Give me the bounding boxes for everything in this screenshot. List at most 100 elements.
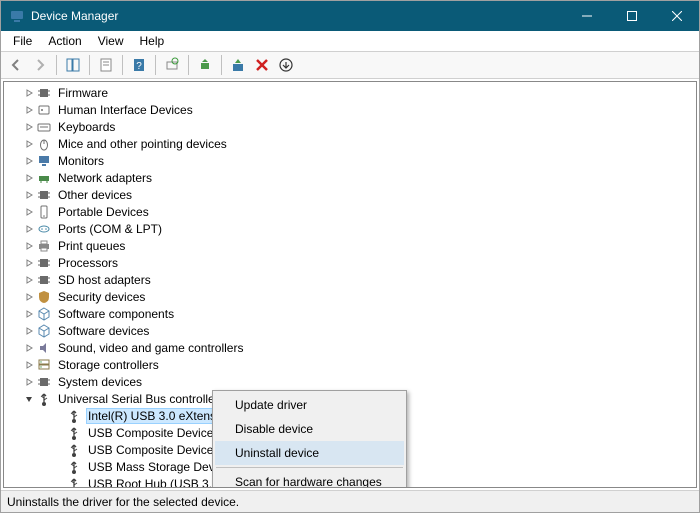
expand-arrow-icon[interactable]	[52, 477, 66, 489]
net-icon	[36, 170, 52, 186]
tree-item-cat-12[interactable]: Security devices	[4, 288, 696, 305]
menu-view[interactable]: View	[90, 32, 132, 50]
tree-item-cat-0[interactable]: Firmware	[4, 84, 696, 101]
expand-arrow-icon[interactable]	[22, 375, 36, 389]
tree-item-label: Portable Devices	[56, 205, 151, 219]
context-menu-item[interactable]: Disable device	[215, 417, 404, 441]
toolbar-separator	[221, 55, 222, 75]
tree-item-label: Firmware	[56, 86, 110, 100]
svg-text:?: ?	[136, 61, 142, 72]
tree-item-cat-17[interactable]: System devices	[4, 373, 696, 390]
tree-item-cat-13[interactable]: Software components	[4, 305, 696, 322]
tree-item-cat-1[interactable]: Human Interface Devices	[4, 101, 696, 118]
tree-item-label: Storage controllers	[56, 358, 161, 372]
tree-item-label: Ports (COM & LPT)	[56, 222, 164, 236]
titlebar[interactable]: Device Manager	[1, 1, 699, 31]
tree-item-cat-4[interactable]: Monitors	[4, 152, 696, 169]
tree-item-label: Mice and other pointing devices	[56, 137, 229, 151]
expand-arrow-icon[interactable]	[22, 86, 36, 100]
cube-icon	[36, 323, 52, 339]
tree-item-label: USB Mass Storage Device	[86, 460, 232, 474]
tree-item-cat-9[interactable]: Print queues	[4, 237, 696, 254]
tree-item-cat-3[interactable]: Mice and other pointing devices	[4, 135, 696, 152]
forward-button[interactable]	[29, 54, 51, 76]
tree-item-label: USB Root Hub (USB 3.0)	[86, 477, 225, 489]
tree-item-label: Other devices	[56, 188, 134, 202]
port-icon	[36, 221, 52, 237]
scan-button[interactable]	[161, 54, 183, 76]
tree-item-label: USB Composite Device	[86, 426, 215, 440]
tree-item-cat-10[interactable]: Processors	[4, 254, 696, 271]
portable-icon	[36, 204, 52, 220]
expand-arrow-icon[interactable]	[22, 154, 36, 168]
toolbar-separator	[122, 55, 123, 75]
status-text: Uninstalls the driver for the selected d…	[7, 495, 239, 509]
close-button[interactable]	[654, 1, 699, 31]
enable-button[interactable]	[227, 54, 249, 76]
help-button[interactable]: ?	[128, 54, 150, 76]
chip-icon	[36, 85, 52, 101]
expand-arrow-icon[interactable]	[22, 239, 36, 253]
tree-item-cat-8[interactable]: Ports (COM & LPT)	[4, 220, 696, 237]
expand-arrow-icon[interactable]	[22, 103, 36, 117]
tree-item-cat-14[interactable]: Software devices	[4, 322, 696, 339]
app-icon	[9, 8, 25, 24]
disable-button[interactable]	[275, 54, 297, 76]
tree-item-label: Print queues	[56, 239, 127, 253]
menu-help[interactable]: Help	[132, 32, 173, 50]
expand-arrow-icon[interactable]	[22, 273, 36, 287]
tree-item-label: Network adapters	[56, 171, 154, 185]
minimize-button[interactable]	[564, 1, 609, 31]
usb-icon	[66, 425, 82, 441]
uninstall-button[interactable]	[251, 54, 273, 76]
tree-item-label: Keyboards	[56, 120, 117, 134]
chip-icon	[36, 187, 52, 203]
expand-arrow-icon[interactable]	[22, 137, 36, 151]
expand-arrow-icon[interactable]	[22, 120, 36, 134]
expand-arrow-icon[interactable]	[52, 409, 66, 423]
expand-arrow-icon[interactable]	[22, 358, 36, 372]
tree-item-cat-15[interactable]: Sound, video and game controllers	[4, 339, 696, 356]
collapse-arrow-icon[interactable]	[22, 392, 36, 406]
menu-file[interactable]: File	[5, 32, 40, 50]
expand-arrow-icon[interactable]	[22, 324, 36, 338]
expand-arrow-icon[interactable]	[22, 171, 36, 185]
context-menu-item[interactable]: Scan for hardware changes	[215, 470, 404, 488]
show-hide-console-button[interactable]	[62, 54, 84, 76]
context-menu-item[interactable]: Update driver	[215, 393, 404, 417]
expand-arrow-icon[interactable]	[22, 290, 36, 304]
chip-icon	[36, 374, 52, 390]
sound-icon	[36, 340, 52, 356]
expand-arrow-icon[interactable]	[52, 460, 66, 474]
tree-item-label: Processors	[56, 256, 120, 270]
tree-item-cat-16[interactable]: Storage controllers	[4, 356, 696, 373]
usb-icon	[36, 391, 52, 407]
properties-button[interactable]	[95, 54, 117, 76]
tree-item-label: Sound, video and game controllers	[56, 341, 245, 355]
toolbar-separator	[155, 55, 156, 75]
toolbar-separator	[188, 55, 189, 75]
chip-icon	[36, 272, 52, 288]
context-menu-item[interactable]: Uninstall device	[215, 441, 404, 465]
update-driver-button[interactable]	[194, 54, 216, 76]
tree-item-label: SD host adapters	[56, 273, 153, 287]
expand-arrow-icon[interactable]	[22, 222, 36, 236]
maximize-button[interactable]	[609, 1, 654, 31]
device-tree-panel[interactable]: FirmwareHuman Interface Devices Keyboards…	[3, 81, 697, 488]
tree-item-cat-7[interactable]: Portable Devices	[4, 203, 696, 220]
tree-item-cat-5[interactable]: Network adapters	[4, 169, 696, 186]
tree-item-cat-11[interactable]: SD host adapters	[4, 271, 696, 288]
expand-arrow-icon[interactable]	[22, 256, 36, 270]
expand-arrow-icon[interactable]	[22, 307, 36, 321]
expand-arrow-icon[interactable]	[22, 341, 36, 355]
security-icon	[36, 289, 52, 305]
chip-icon	[36, 255, 52, 271]
expand-arrow-icon[interactable]	[52, 426, 66, 440]
expand-arrow-icon[interactable]	[22, 205, 36, 219]
expand-arrow-icon[interactable]	[52, 443, 66, 457]
expand-arrow-icon[interactable]	[22, 188, 36, 202]
menu-action[interactable]: Action	[40, 32, 89, 50]
tree-item-cat-6[interactable]: Other devices	[4, 186, 696, 203]
tree-item-cat-2[interactable]: Keyboards	[4, 118, 696, 135]
back-button[interactable]	[5, 54, 27, 76]
